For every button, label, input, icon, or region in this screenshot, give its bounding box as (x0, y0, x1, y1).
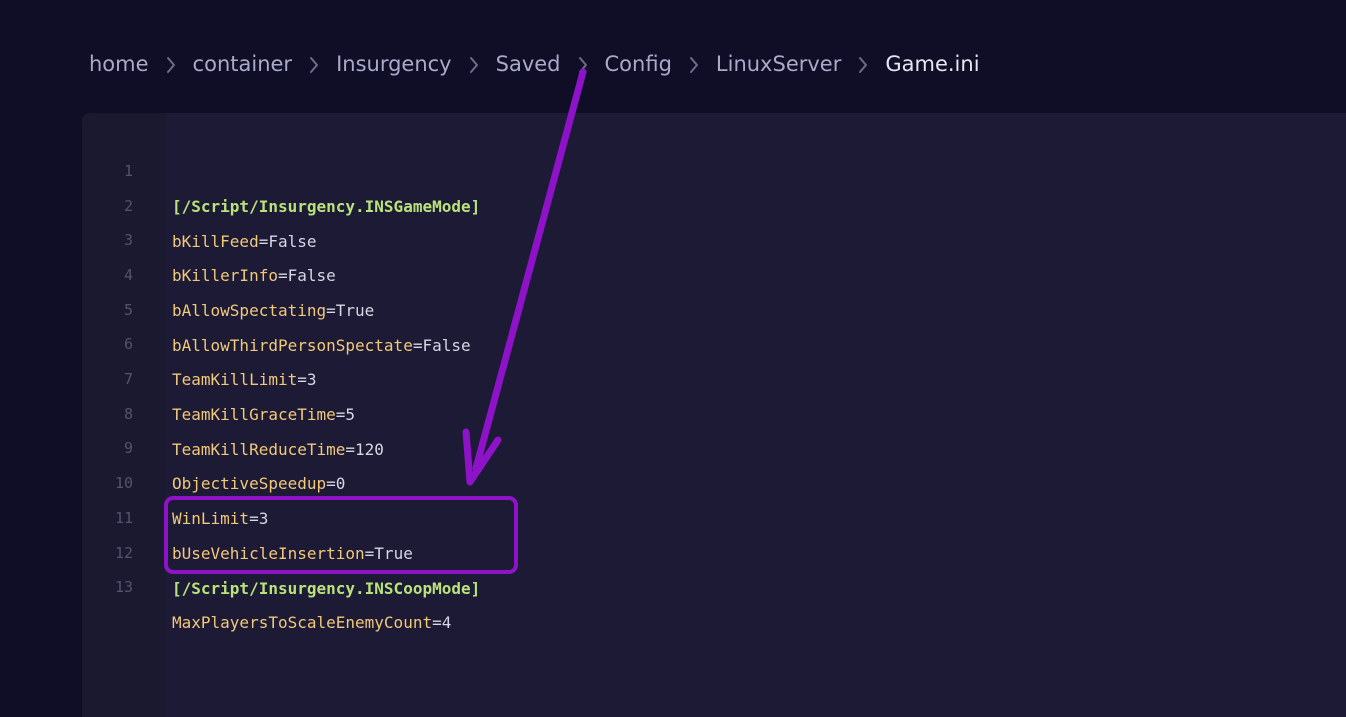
code-line[interactable]: 6 TeamKillLimit=3 (82, 292, 1346, 389)
breadcrumb-container[interactable]: container (193, 52, 293, 76)
breadcrumb-insurgency[interactable]: Insurgency (336, 52, 452, 76)
code-editor[interactable]: 1 [/Script/Insurgency.INSGameMode] 2 bKi… (82, 113, 1346, 717)
chevron-right-icon (561, 52, 605, 76)
line-number: 13 (114, 578, 133, 596)
section-header: [/Script/Insurgency.INSCoopMode] (172, 579, 481, 598)
setting-value: 4 (441, 613, 452, 632)
breadcrumb-linuxserver[interactable]: LinuxServer (716, 52, 841, 76)
code-line[interactable]: 2 bKillFeed=False (82, 154, 1346, 251)
code-line[interactable]: 12 [/Script/Insurgency.INSCoopMode] (82, 501, 1346, 598)
code-line[interactable]: 7 TeamKillGraceTime=5 (82, 327, 1346, 424)
code-line[interactable]: 10 WinLimit=3 (82, 431, 1346, 528)
breadcrumb: home container Insurgency Saved Config L… (89, 46, 980, 82)
breadcrumb-current-file: Game.ini (885, 52, 980, 76)
code-line[interactable]: 13 MaxPlayersToScaleEnemyCount=4 (82, 535, 1346, 632)
setting-key: MaxPlayersToScaleEnemyCount (172, 613, 433, 632)
chevron-right-icon (672, 52, 716, 76)
code-line[interactable]: 8 TeamKillReduceTime=120 (82, 362, 1346, 459)
chevron-right-icon (149, 52, 193, 76)
breadcrumb-config[interactable]: Config (605, 52, 672, 76)
chevron-right-icon (292, 52, 336, 76)
breadcrumb-saved[interactable]: Saved (496, 52, 561, 76)
code-line[interactable]: 11 bUseVehicleInsertion=True (82, 466, 1346, 563)
code-line[interactable]: 4 bAllowSpectating=True (82, 223, 1346, 320)
chevron-right-icon (841, 52, 885, 76)
code-line[interactable]: 9 ObjectiveSpeedup=0 (82, 396, 1346, 493)
breadcrumb-home[interactable]: home (89, 52, 149, 76)
code-line[interactable]: 1 [/Script/Insurgency.INSGameMode] (82, 119, 1346, 216)
code-line[interactable]: 5 bAllowThirdPersonSpectate=False (82, 258, 1346, 355)
chevron-right-icon (452, 52, 496, 76)
code-line[interactable]: 3 bKillerInfo=False (82, 188, 1346, 285)
